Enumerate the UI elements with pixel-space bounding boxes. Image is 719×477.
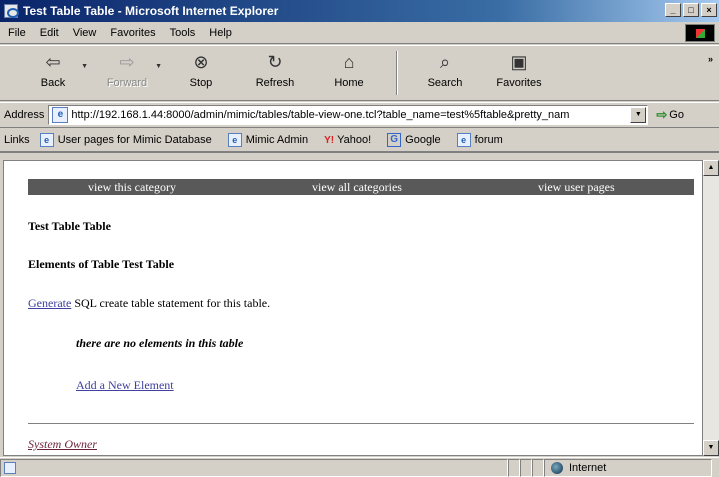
forward-label: Forward (106, 77, 148, 89)
home-icon: ⌂ (343, 52, 355, 72)
go-button[interactable]: ⇨ Go (656, 107, 684, 123)
back-button[interactable]: ⇦ Back ▼ (16, 51, 90, 97)
browser-window: Test Table Table - Microsoft Internet Ex… (0, 0, 719, 477)
link-forum[interactable]: e forum (456, 133, 503, 147)
security-zone: Internet (544, 458, 712, 477)
section-heading: Elements of Table Test Table (28, 257, 175, 271)
page-icon: e (52, 107, 69, 123)
page-icon: e (39, 133, 54, 147)
forward-button[interactable]: ⇨ Forward ▼ (90, 51, 164, 97)
menu-file[interactable]: File (8, 27, 26, 39)
standard-toolbar: ⇦ Back ▼ ⇨ Forward ▼ ⊗ Stop ↻ Refresh ⌂ … (0, 45, 719, 101)
back-label: Back (40, 77, 66, 89)
address-dropdown-icon[interactable]: ▼ (630, 107, 647, 123)
zone-label: Internet (569, 461, 607, 474)
links-bar: Links e User pages for Mimic Database e … (0, 129, 719, 153)
status-panel (508, 458, 520, 477)
address-bar: Address e http://192.168.1.44:8000/admin… (0, 102, 719, 128)
window-title: Test Table Table - Microsoft Internet Ex… (23, 4, 279, 18)
favorites-label: Favorites (496, 77, 542, 89)
go-label: Go (669, 109, 684, 121)
forward-arrow-icon: ⇨ (119, 52, 135, 72)
page-content: view this category view all categories v… (3, 160, 703, 456)
search-label: Search (427, 77, 463, 89)
add-element-link[interactable]: Add a New Element (76, 378, 174, 393)
link-mimic-admin-label: Mimic Admin (245, 134, 309, 146)
home-label: Home (334, 77, 364, 89)
yahoo-logo-icon: Y! (324, 134, 335, 146)
status-panel (532, 458, 544, 477)
menu-view[interactable]: View (73, 27, 97, 39)
menu-tools[interactable]: Tools (170, 27, 196, 39)
maximize-button[interactable]: □ (683, 3, 699, 17)
system-owner-link[interactable]: System Owner (28, 437, 97, 452)
link-mimic-admin[interactable]: e Mimic Admin (227, 133, 309, 147)
close-button[interactable]: × (701, 3, 717, 17)
ie-logo-icon (4, 4, 19, 18)
status-text-area (0, 458, 508, 477)
link-user-pages[interactable]: e User pages for Mimic Database (39, 133, 212, 147)
link-yahoo[interactable]: Y! Yahoo! (324, 134, 371, 146)
scroll-up-icon[interactable]: ▲ (703, 160, 719, 176)
address-url[interactable]: http://192.168.1.44:8000/admin/mimic/tab… (71, 109, 623, 121)
nav-view-all-categories[interactable]: view all categories (312, 179, 402, 195)
favorites-icon: ▣ (510, 52, 528, 72)
address-input[interactable]: e http://192.168.1.44:8000/admin/mimic/t… (48, 105, 649, 125)
favorites-button[interactable]: ▣ Favorites (482, 51, 556, 97)
generate-sql-line: Generate SQL create table statement for … (28, 296, 270, 311)
nav-view-user-pages[interactable]: view user pages (538, 179, 615, 195)
windows-logo-icon (685, 24, 715, 42)
links-label: Links (4, 134, 30, 146)
forward-dropdown-icon[interactable]: ▼ (155, 63, 162, 70)
generate-link[interactable]: Generate (28, 296, 71, 310)
toolbar-overflow-icon[interactable]: » (708, 54, 713, 64)
minimize-button[interactable]: _ (665, 3, 681, 17)
footer-divider (28, 423, 694, 424)
page-icon: e (456, 133, 471, 147)
link-yahoo-label: Yahoo! (337, 134, 372, 146)
search-icon: ⌕ (439, 52, 451, 72)
page-icon: e (227, 133, 242, 147)
scroll-down-icon[interactable]: ▼ (703, 440, 719, 456)
address-label: Address (4, 109, 45, 121)
back-arrow-icon: ⇦ (45, 52, 61, 72)
link-forum-label: forum (474, 134, 503, 146)
status-bar: Internet (0, 457, 719, 477)
menu-bar: File Edit View Favorites Tools Help (0, 22, 719, 44)
stop-button[interactable]: ⊗ Stop (164, 51, 238, 97)
title-bar: Test Table Table - Microsoft Internet Ex… (0, 0, 719, 22)
refresh-label: Refresh (255, 77, 295, 89)
menu-help[interactable]: Help (209, 27, 232, 39)
back-dropdown-icon[interactable]: ▼ (81, 63, 88, 70)
page-status-icon (4, 461, 16, 474)
refresh-icon: ↻ (267, 52, 283, 72)
go-arrow-icon: ⇨ (656, 107, 668, 122)
stop-label: Stop (189, 77, 213, 89)
category-nav-bar: view this category view all categories v… (28, 179, 694, 195)
empty-elements-message: there are no elements in this table (76, 336, 244, 350)
link-google-label: Google (405, 134, 441, 146)
link-user-pages-label: User pages for Mimic Database (57, 134, 212, 146)
refresh-button[interactable]: ↻ Refresh (238, 51, 312, 97)
nav-view-this-category[interactable]: view this category (88, 179, 176, 195)
menu-edit[interactable]: Edit (40, 27, 59, 39)
generate-description: SQL create table statement for this tabl… (74, 296, 271, 310)
window-controls: _ □ × (665, 3, 717, 17)
page-title: Test Table Table (28, 219, 111, 233)
status-panel (520, 458, 532, 477)
stop-icon: ⊗ (193, 52, 209, 72)
search-button[interactable]: ⌕ Search (408, 51, 482, 97)
menu-favorites[interactable]: Favorites (110, 27, 155, 39)
globe-icon (551, 461, 563, 474)
link-google[interactable]: G Google (387, 133, 441, 147)
google-logo-icon: G (387, 133, 402, 147)
home-button[interactable]: ⌂ Home (312, 51, 386, 97)
toolbar-separator (396, 51, 398, 95)
vertical-scrollbar[interactable]: ▲ ▼ (703, 160, 719, 456)
